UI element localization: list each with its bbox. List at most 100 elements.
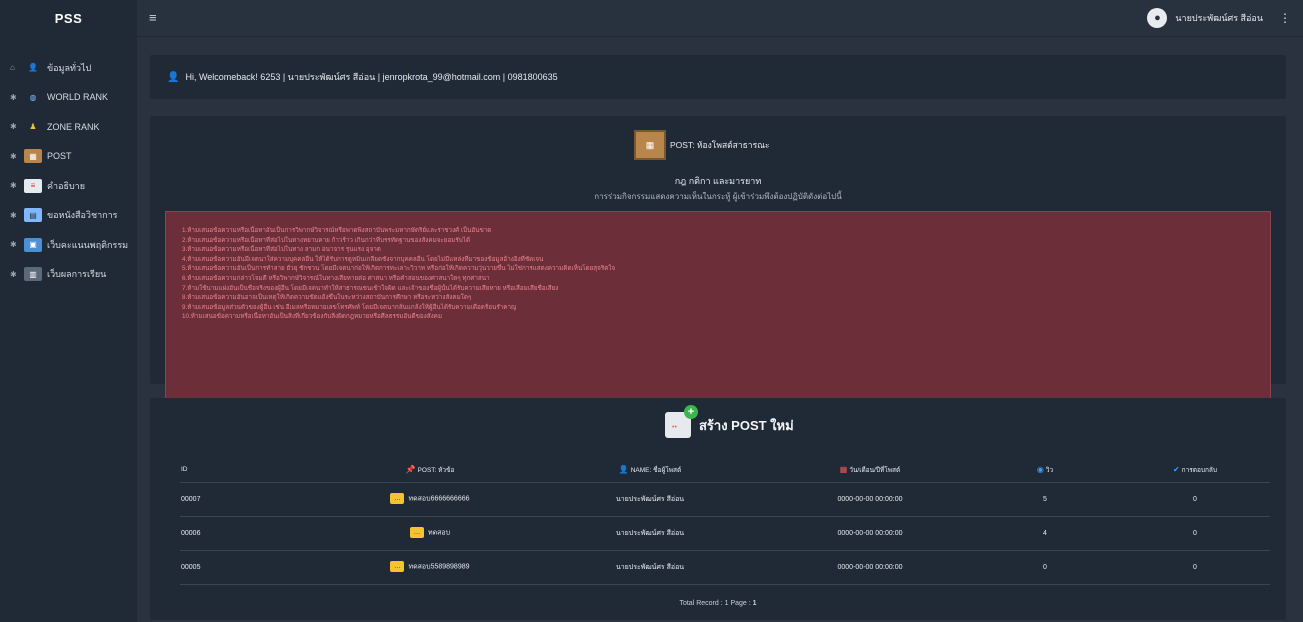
table-header-row: ID 📌 POST: หัวข้อ 👤 NAME: ชื่อผู้โพสต์ ▦ วั… [180, 458, 1270, 483]
corkboard-icon: ▦ [24, 149, 42, 164]
rules-list: 1.ห้ามเสนอข้อความหรือเนื้อหาอันเป็นการวิ… [165, 211, 1271, 403]
total-record-label: Total Record : 1 Page : [679, 600, 753, 607]
rules-card: ▦ POST: ห้องโพสต์สาธารณะ กฎ กติกา และมาร… [150, 116, 1286, 403]
calendar-icon: ▦ [839, 464, 848, 474]
user-icon: 👤 [28, 63, 38, 73]
sidebar-item-label: POST [47, 151, 72, 162]
monitor-icon: ▣ [24, 237, 42, 252]
create-post-label[interactable]: สร้าง POST ใหม่ [699, 415, 794, 436]
sidebar-item-label: คำอธิบาย [47, 180, 86, 191]
sidebar: PSS ⌂ 👤 ข้อมูลทั่วไป ✱ ◍ WORLD RANK ✱ ♟ ZONE R… [0, 0, 137, 622]
post-author: นายประพัฒน์ศร สีอ่อน [530, 550, 770, 585]
message-icon: … [409, 527, 424, 539]
top-navbar: ≡ ● นายประพัฒน์ศร สีอ่อน ⋮ [137, 0, 1303, 37]
user-menu[interactable]: ● นายประพัฒน์ศร สีอ่อน ⋮ [1147, 8, 1291, 28]
column-header-views: ◉ วิว [970, 458, 1120, 483]
post-views: 4 [970, 516, 1120, 551]
pin-icon: ✱ [10, 151, 17, 161]
rule-item: 9.ห้ามเสนอข้อมูลส่วนตัวของผู้อื่น เช่น อ… [182, 303, 517, 311]
post-id: 00006 [180, 516, 330, 551]
column-header-date: ▦ วัน/เดือน/ปีที่โพสต์ [770, 458, 970, 483]
avatar[interactable]: ● [1147, 8, 1168, 28]
document-icon: ≡ [24, 178, 42, 193]
post-id: 00007 [180, 482, 330, 517]
pin-icon: ✱ [10, 122, 17, 132]
welcome-text: Hi, Welcomeback! 6253 | นายประพัฒน์ศร สี… [185, 72, 558, 82]
post-date: 0000-00-00 00:00:00 [770, 516, 970, 551]
sidebar-item-behavior-score[interactable]: ✱ ▣ เว็บคะแนนพฤติกรรม [0, 230, 137, 260]
post-topic[interactable]: … ทดสอบ [330, 516, 530, 551]
sidebar-item-label: เว็บคะแนนพฤติกรรม [47, 239, 129, 250]
pagination-summary: Total Record : 1 Page : 1 [150, 600, 1286, 607]
rule-item: 4.ห้ามเสนอข้อความอันมีเจตนาใส่ความบุคคลอ… [182, 255, 544, 263]
posts-card: + •• สร้าง POST ใหม่ ID 📌 POST: หัวข้อ 👤 NA… [150, 398, 1286, 620]
plus-icon: + [684, 405, 698, 419]
user-name[interactable]: นายประพัฒน์ศร สีอ่อน [1175, 11, 1263, 25]
table-row[interactable]: 00007 … ทดสอบ6666666666 นายประพัฒน์ศร สีอ… [180, 482, 1270, 517]
pin-icon: ✱ [10, 210, 17, 220]
create-post-button[interactable]: + •• สร้าง POST ใหม่ [665, 405, 794, 438]
face-icon: •• [672, 424, 677, 431]
eye-icon: ◉ [1036, 464, 1044, 474]
post-author: นายประพัฒน์ศร สีอ่อน [530, 482, 770, 517]
report-icon: ▥ [24, 267, 42, 282]
rule-item: 2.ห้ามเสนอข้อความหรือเนื้อหาที่ส่อไปในทา… [182, 236, 471, 244]
reply-icon: ✔ [1172, 464, 1180, 474]
table-row[interactable]: 00005 … ทดสอบ5589898989 นายประพัฒน์ศร สีอ… [180, 550, 1270, 585]
brand-logo[interactable]: PSS [0, 0, 137, 37]
pin-icon: ✱ [10, 181, 17, 191]
message-icon: … [390, 493, 405, 505]
column-header-name: 👤 NAME: ชื่อผู้โพสต์ [530, 458, 770, 483]
home-icon: ⌂ [10, 63, 15, 73]
post-date: 0000-00-00 00:00:00 [770, 482, 970, 517]
post-topic[interactable]: … ทดสอบ5589898989 [330, 550, 530, 585]
pin-icon: ✱ [10, 240, 17, 250]
post-author: นายประพัฒน์ศร สีอ่อน [530, 516, 770, 551]
new-post-icon[interactable]: + •• [665, 405, 698, 438]
sidebar-menu: ⌂ 👤 ข้อมูลทั่วไป ✱ ◍ WORLD RANK ✱ ♟ ZONE RANK … [0, 37, 137, 289]
kebab-menu-icon[interactable]: ⋮ [1279, 11, 1291, 25]
sidebar-item-general[interactable]: ⌂ 👤 ข้อมูลทั่วไป [0, 53, 137, 83]
post-views: 0 [970, 550, 1120, 585]
rule-item: 7.ห้ามใช้นามแฝงอันเป็นชื่อจริงของผู้อื่น… [182, 284, 559, 292]
rule-item: 1.ห้ามเสนอข้อความหรือเนื้อหาอันเป็นการวิ… [182, 227, 492, 234]
page-number: 1 [752, 600, 757, 607]
post-views: 5 [970, 482, 1120, 517]
column-header-replies: ✔ การตอบกลับ [1120, 458, 1270, 483]
corkboard-icon: ▦ [634, 130, 666, 160]
rules-subtitle: การร่วมกิจกรรมแสดงความเห็นในกระทู้ ผู้เข… [594, 192, 842, 201]
rule-item: 8.ห้ามเสนอข้อความอันอาจเป็นเหตุให้เกิดคว… [182, 294, 472, 302]
sidebar-item-label: ขอหนังสือวิชาการ [47, 210, 118, 221]
post-topic[interactable]: … ทดสอบ6666666666 [330, 482, 530, 517]
sidebar-item-label: ข้อมูลทั่วไป [47, 62, 92, 73]
sidebar-item-zone-rank[interactable]: ✱ ♟ ZONE RANK [0, 112, 137, 142]
sidebar-item-label: ZONE RANK [47, 121, 100, 132]
sidebar-item-academic-books[interactable]: ✱ ▤ ขอหนังสือวิชาการ [0, 201, 137, 231]
rule-item: 10.ห้ามเสนอข้อความหรือเนื้อหาอันเป็นสิ่ง… [182, 313, 443, 321]
pin-icon: 📌 [405, 464, 416, 474]
sidebar-item-grades[interactable]: ✱ ▥ เว็บผลการเรียน [0, 260, 137, 290]
sidebar-item-label: WORLD RANK [47, 92, 109, 103]
post-date: 0000-00-00 00:00:00 [770, 550, 970, 585]
post-room-badge: ▦ POST: ห้องโพสต์สาธารณะ [634, 130, 770, 160]
sidebar-item-description[interactable]: ✱ ≡ คำอธิบาย [0, 171, 137, 201]
post-replies: 0 [1120, 516, 1270, 551]
sidebar-item-label: เว็บผลการเรียน [47, 269, 107, 280]
pin-icon: ✱ [10, 269, 17, 279]
table-row[interactable]: 00006 … ทดสอบ นายประพัฒน์ศร สีอ่อน 0000-0… [180, 516, 1270, 551]
sidebar-item-world-rank[interactable]: ✱ ◍ WORLD RANK [0, 83, 137, 113]
user-icon: 👤 [167, 71, 180, 83]
rules-title: กฎ กติกา และมารยาท [674, 176, 762, 186]
posts-table: ID 📌 POST: หัวข้อ 👤 NAME: ชื่อผู้โพสต์ ▦ วั… [180, 458, 1270, 585]
sidebar-item-post[interactable]: ✱ ▦ POST [0, 142, 137, 172]
rule-item: 6.ห้ามเสนอข้อความกล่าวโจมตี หรือวิพากษ์ว… [182, 274, 490, 282]
rule-item: 3.ห้ามเสนอข้อความหรือเนื้อหาที่ส่อไปในทา… [182, 246, 381, 254]
column-header-id: ID [180, 458, 330, 483]
post-replies: 0 [1120, 482, 1270, 517]
message-icon: … [390, 561, 405, 573]
people-icon: ♟ [29, 122, 37, 132]
post-room-title: POST: ห้องโพสต์สาธารณะ [670, 140, 770, 150]
globe-icon: ◍ [29, 92, 37, 102]
hamburger-menu-icon[interactable]: ≡ [149, 10, 157, 25]
column-header-topic: 📌 POST: หัวข้อ [330, 458, 530, 483]
